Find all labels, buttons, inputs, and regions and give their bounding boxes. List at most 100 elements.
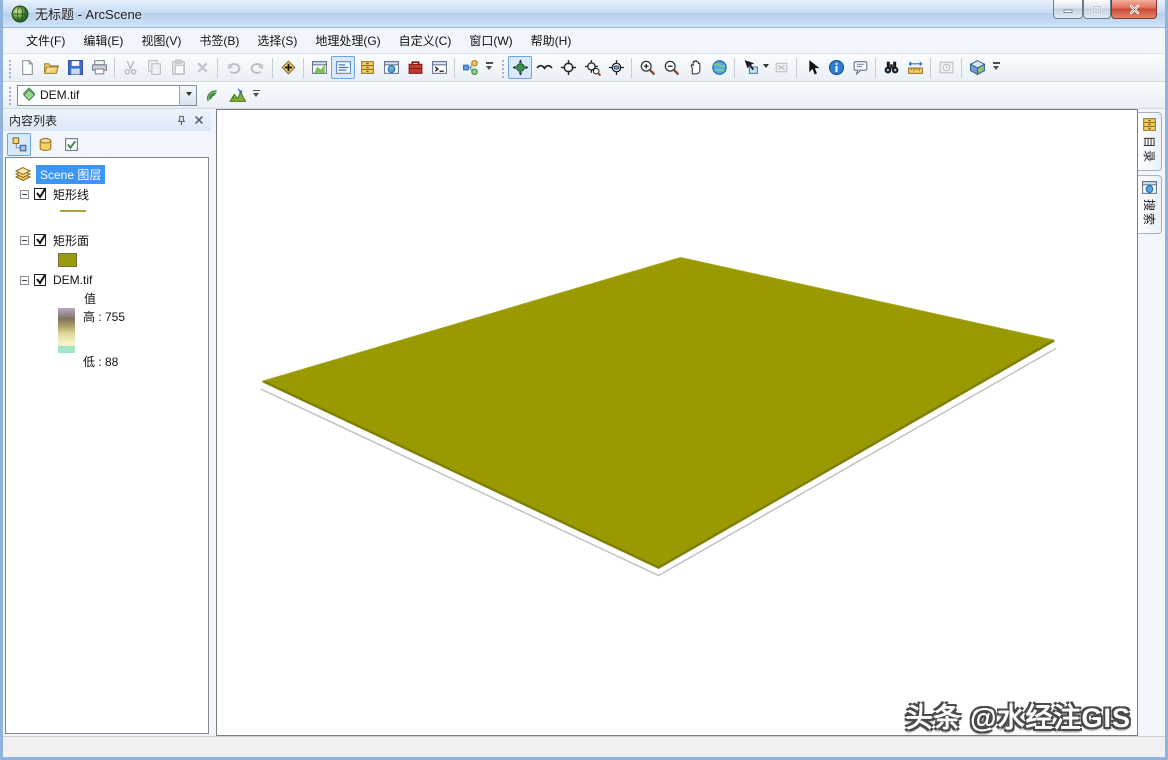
zoom-out-button[interactable] — [659, 56, 683, 79]
layer-checkbox[interactable] — [34, 188, 46, 200]
menu-selection[interactable]: 选择(S) — [248, 28, 306, 53]
elevation-ramp-low-chip — [58, 346, 75, 353]
layer-label[interactable]: 矩形线 — [53, 186, 89, 203]
pan-button[interactable] — [683, 56, 707, 79]
arctoolbox-button[interactable] — [403, 56, 427, 79]
fill-symbol-swatch[interactable] — [58, 253, 77, 267]
scene-viewport[interactable]: 头条 @水经注GIS — [216, 109, 1138, 736]
modelbuilder-button[interactable] — [458, 56, 482, 79]
menu-window[interactable]: 窗口(W) — [460, 28, 521, 53]
open-button[interactable] — [39, 56, 63, 79]
identify-button[interactable] — [824, 56, 848, 79]
cut-button[interactable] — [118, 56, 142, 79]
menu-edit[interactable]: 编辑(E) — [74, 28, 132, 53]
new-document-icon — [19, 59, 36, 76]
zoom-to-target-icon — [584, 59, 601, 76]
search-window-button[interactable] — [379, 56, 403, 79]
restore-button[interactable] — [1083, 0, 1111, 19]
menu-geoprocessing[interactable]: 地理处理(G) — [306, 28, 389, 53]
find-icon — [883, 59, 900, 76]
select-features-button[interactable] — [738, 56, 762, 79]
toolbar-overflow-button[interactable] — [249, 84, 263, 107]
print-button[interactable] — [87, 56, 111, 79]
layer-row-line[interactable]: 矩形线 — [12, 184, 208, 204]
layer-label[interactable]: 矩形面 — [53, 232, 89, 249]
python-window-button[interactable] — [427, 56, 451, 79]
steepest-path-button[interactable] — [225, 84, 249, 107]
menu-customize[interactable]: 自定义(C) — [390, 28, 461, 53]
menu-file[interactable]: 文件(F) — [17, 28, 74, 53]
menu-help[interactable]: 帮助(H) — [522, 28, 581, 53]
center-on-target-button[interactable] — [556, 56, 580, 79]
minimize-button[interactable] — [1053, 0, 1083, 19]
elevation-color-ramp[interactable] — [58, 308, 75, 346]
menu-bookmarks[interactable]: 书签(B) — [190, 28, 248, 53]
find-button[interactable] — [879, 56, 903, 79]
layers-stack-icon — [14, 166, 32, 182]
layer-checkbox[interactable] — [34, 274, 46, 286]
line-symbol-swatch[interactable] — [60, 210, 86, 212]
save-button[interactable] — [63, 56, 87, 79]
contents-panel-header[interactable]: 内容列表 — [3, 109, 211, 131]
clear-selection-icon — [773, 59, 790, 76]
arcscene-app-icon — [11, 5, 29, 23]
catalog-window-icon — [359, 59, 376, 76]
table-of-contents-button[interactable] — [331, 56, 355, 79]
redo-button[interactable] — [245, 56, 269, 79]
html-popup-button[interactable] — [848, 56, 872, 79]
layer-checkbox[interactable] — [34, 234, 46, 246]
clear-selection-button[interactable] — [769, 56, 793, 79]
full-extent-icon — [711, 59, 728, 76]
title-bar[interactable]: 无标题 - ArcScene — [3, 0, 1165, 28]
full-extent-button[interactable] — [707, 56, 731, 79]
copy-button[interactable] — [142, 56, 166, 79]
toolbar-overflow-button[interactable] — [989, 56, 1003, 79]
python-window-icon — [431, 59, 448, 76]
select-elements-button[interactable] — [800, 56, 824, 79]
fly-button[interactable] — [532, 56, 556, 79]
undo-button[interactable] — [221, 56, 245, 79]
table-of-contents-icon — [335, 59, 352, 76]
contour-tool-button[interactable] — [201, 84, 225, 107]
list-by-source-button[interactable] — [33, 133, 57, 156]
toolbar-grip[interactable] — [7, 85, 12, 105]
layer-row-dem[interactable]: DEM.tif — [12, 270, 208, 290]
legend-low-value: 低 : 88 — [83, 353, 125, 370]
catalog-dock-tab[interactable]: 目录 — [1138, 112, 1162, 171]
collapse-toggle[interactable] — [20, 276, 29, 285]
layer-label[interactable]: DEM.tif — [53, 273, 92, 287]
toolbar-grip[interactable] — [7, 58, 12, 78]
menu-view[interactable]: 视图(V) — [132, 28, 190, 53]
toolbar-overflow-button[interactable] — [482, 56, 496, 79]
navigate-button[interactable] — [508, 56, 532, 79]
new-document-button[interactable] — [15, 56, 39, 79]
zoom-to-target-button[interactable] — [580, 56, 604, 79]
collapse-toggle[interactable] — [20, 190, 29, 199]
pin-button[interactable] — [173, 112, 190, 129]
add-data-button[interactable] — [276, 56, 300, 79]
toolbar-grip[interactable] — [500, 58, 505, 78]
close-button[interactable] — [1111, 0, 1157, 19]
layer-combobox-dropdown[interactable] — [179, 86, 196, 105]
scene-layers-label[interactable]: Scene 图层 — [36, 165, 105, 184]
delete-button[interactable] — [190, 56, 214, 79]
collapse-toggle[interactable] — [20, 236, 29, 245]
scene-layers-root[interactable]: Scene 图层 — [12, 164, 208, 184]
arcmap-button[interactable] — [307, 56, 331, 79]
set-observer-button[interactable] — [604, 56, 628, 79]
animation-button[interactable] — [934, 56, 958, 79]
zoom-in-button[interactable] — [635, 56, 659, 79]
list-by-visibility-button[interactable] — [59, 133, 83, 156]
measure-button[interactable] — [903, 56, 927, 79]
animation-icon — [938, 59, 955, 76]
list-by-drawing-order-button[interactable] — [7, 133, 31, 156]
search-tab-label: 搜索 — [1141, 199, 1158, 227]
paste-button[interactable] — [166, 56, 190, 79]
list-by-visibility-icon — [63, 136, 80, 153]
close-panel-button[interactable] — [190, 112, 207, 129]
view-settings-button[interactable] — [965, 56, 989, 79]
search-dock-tab[interactable]: 搜索 — [1138, 175, 1162, 234]
layer-row-polygon[interactable]: 矩形面 — [12, 230, 208, 250]
catalog-window-button[interactable] — [355, 56, 379, 79]
layer-combobox[interactable]: DEM.tif — [17, 85, 197, 106]
